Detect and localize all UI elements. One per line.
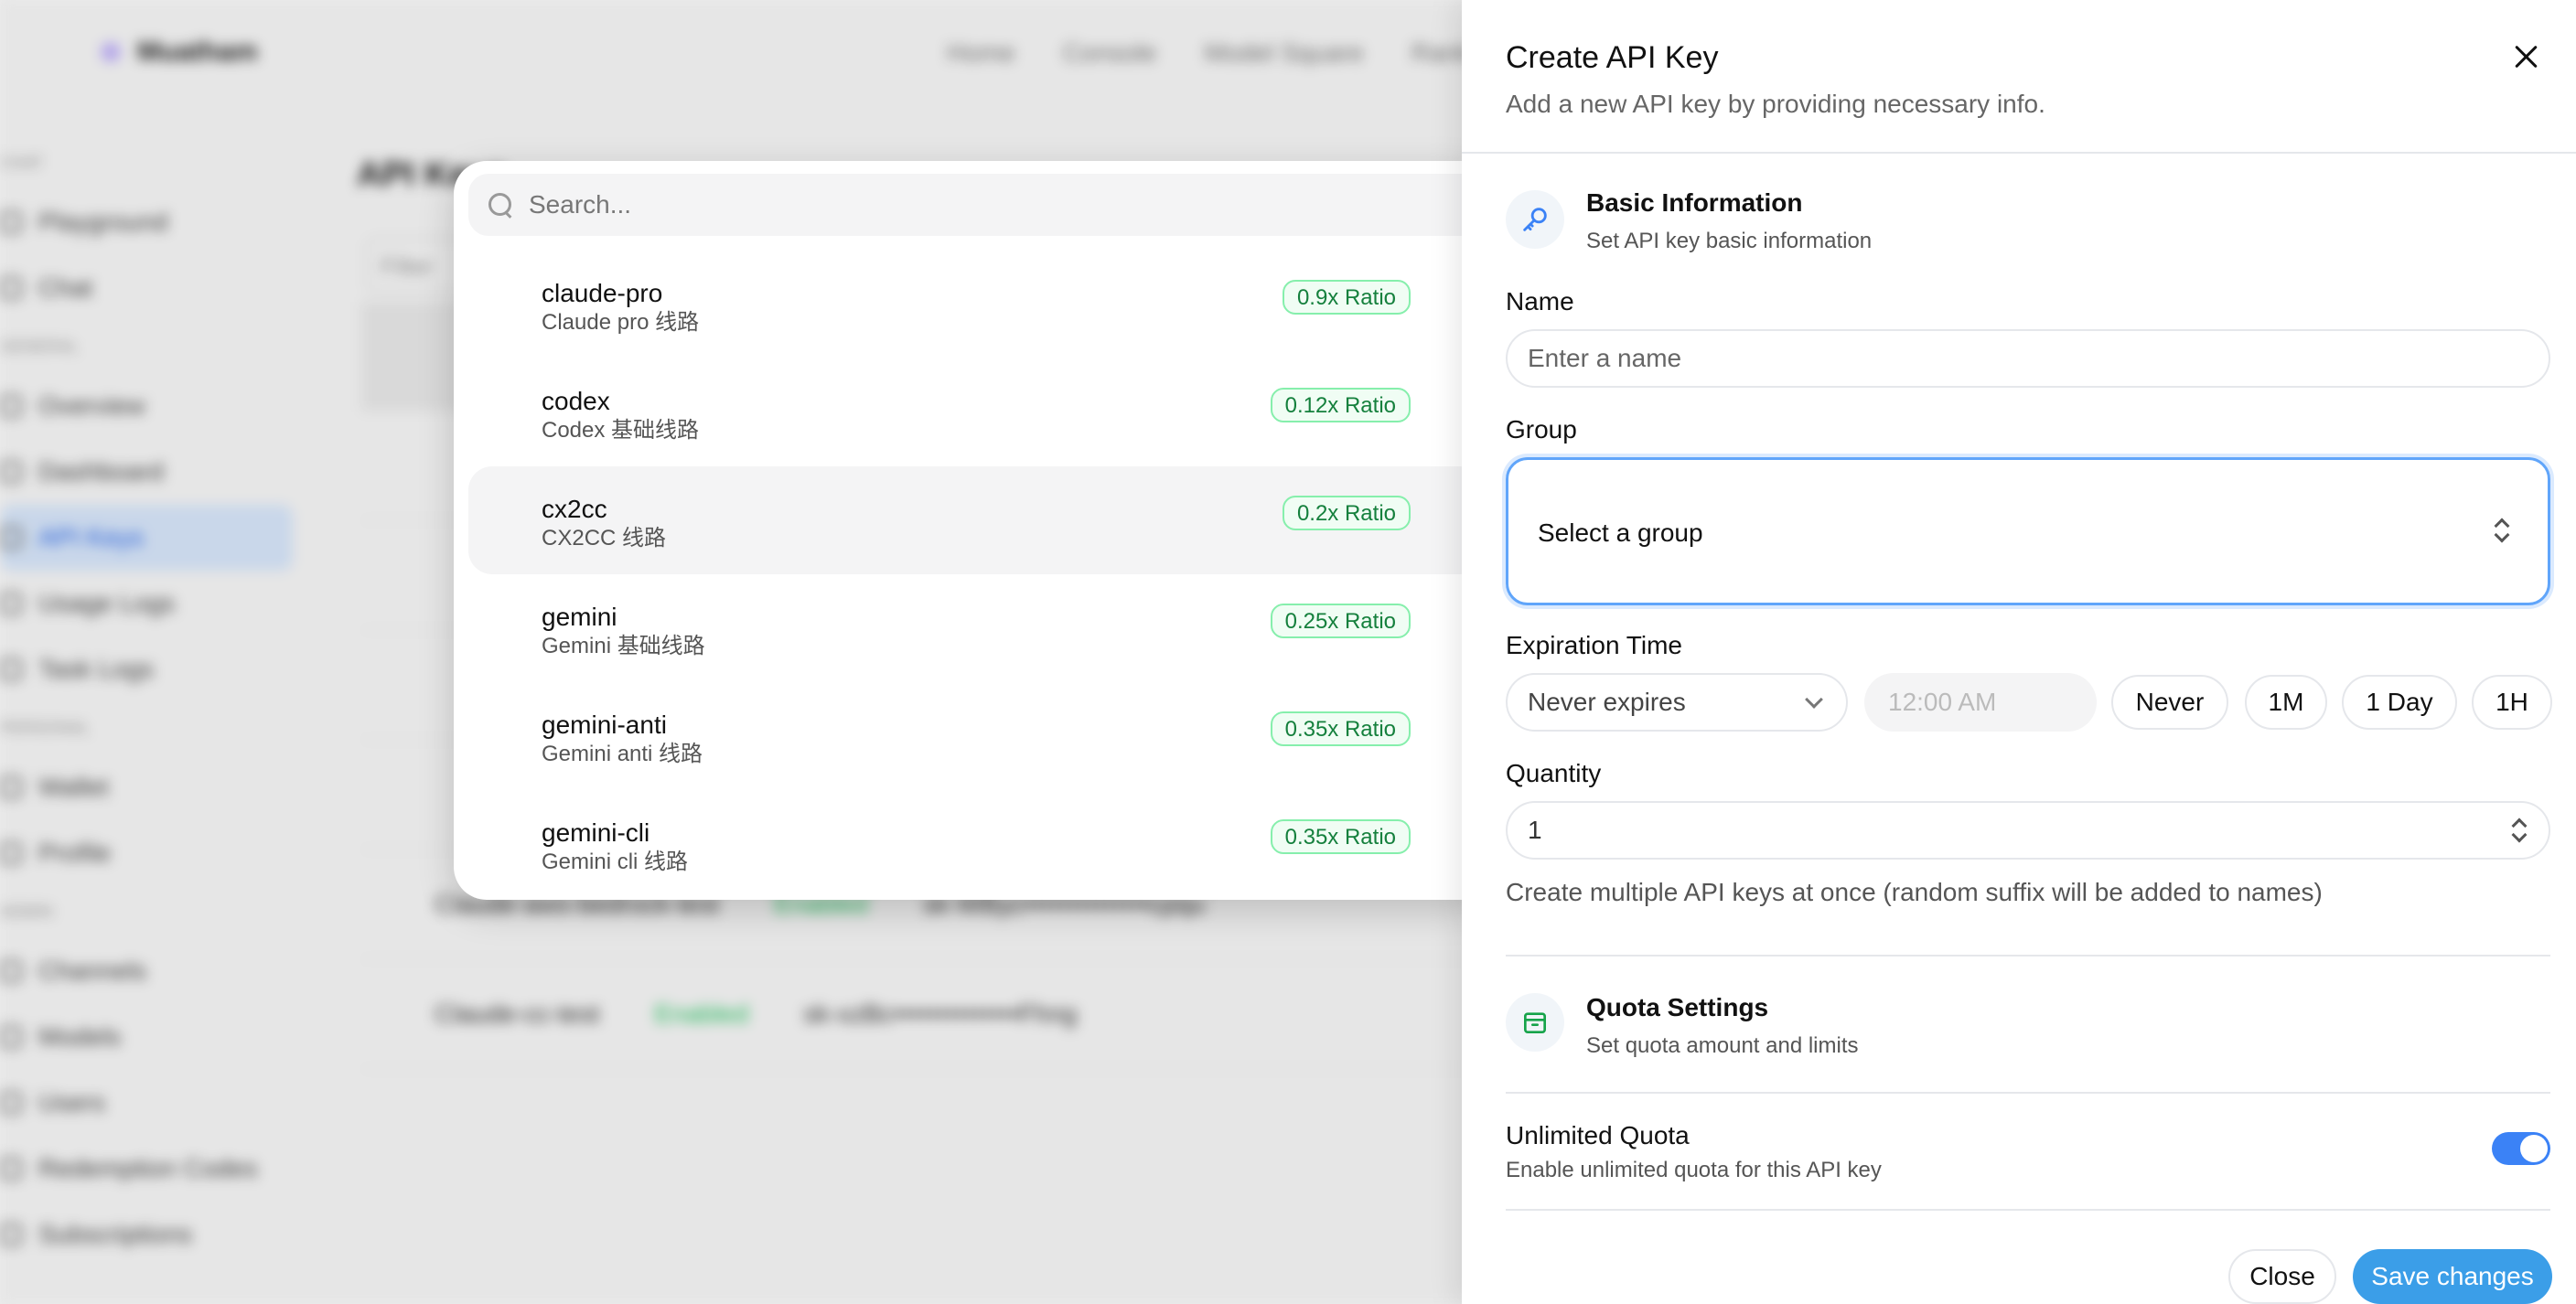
save-changes-button[interactable]: Save changes xyxy=(2353,1249,2552,1304)
expiration-value: Never expires xyxy=(1528,688,1686,716)
time-input[interactable]: 12:00 AM xyxy=(1864,673,2097,732)
ratio-badge: 0.35x Ratio xyxy=(1270,819,1411,854)
drawer-header: Create API Key Add a new API key by prov… xyxy=(1462,0,2576,154)
group-option-gemini[interactable]: gemini Gemini 基础线路 0.25x Ratio xyxy=(468,574,1484,682)
quantity-label: Quantity xyxy=(1506,759,1602,787)
quantity-help-text: Create multiple API keys at once (random… xyxy=(1506,878,2323,906)
group-select-value: Select a group xyxy=(1538,518,1703,547)
ratio-badge: 0.25x Ratio xyxy=(1270,604,1411,638)
ratio-badge: 0.9x Ratio xyxy=(1282,280,1411,315)
key-icon xyxy=(1506,190,1564,249)
name-input[interactable] xyxy=(1506,329,2550,388)
group-dropdown: claude-pro Claude pro 线路 0.9x Ratio code… xyxy=(454,161,1498,900)
basic-info-title: Basic Information xyxy=(1586,188,1803,217)
search-input[interactable] xyxy=(529,190,1352,219)
group-option-gemini-cli[interactable]: gemini-cli Gemini cli 线路 0.35x Ratio xyxy=(468,790,1484,898)
unlimited-quota-label: Unlimited Quota xyxy=(1506,1121,1690,1149)
chevron-up-down-icon xyxy=(2493,517,2511,544)
expiration-label: Expiration Time xyxy=(1506,631,1682,659)
section-divider xyxy=(1506,955,2550,957)
expiration-select[interactable]: Never expires xyxy=(1506,673,1848,732)
preset-1-day-button[interactable]: 1 Day xyxy=(2342,675,2457,730)
ratio-badge: 0.2x Ratio xyxy=(1282,496,1411,530)
chevron-down-icon xyxy=(1805,690,1823,709)
create-api-key-drawer: Create API Key Add a new API key by prov… xyxy=(1462,0,2576,1304)
name-label: Name xyxy=(1506,287,1574,315)
ratio-badge: 0.35x Ratio xyxy=(1270,711,1411,746)
group-label: Group xyxy=(1506,415,1577,444)
quota-settings-subtitle: Set quota amount and limits xyxy=(1586,1033,1859,1058)
group-option-cx2cc[interactable]: cx2cc CX2CC 线路 0.2x Ratio xyxy=(468,466,1484,574)
basic-info-subtitle: Set API key basic information xyxy=(1586,229,1873,253)
group-option-codex[interactable]: codex Codex 基础线路 0.12x Ratio xyxy=(468,358,1484,466)
group-option-claude-pro[interactable]: claude-pro Claude pro 线路 0.9x Ratio xyxy=(468,251,1484,358)
group-select[interactable]: Select a group xyxy=(1506,457,2550,605)
drawer-title: Create API Key xyxy=(1506,40,1719,75)
section-divider xyxy=(1506,1092,2550,1094)
group-options: claude-pro Claude pro 线路 0.9x Ratio code… xyxy=(468,251,1484,898)
stepper-arrows-icon[interactable] xyxy=(2510,817,2528,844)
wallet-icon xyxy=(1506,993,1564,1052)
section-divider xyxy=(1506,1209,2550,1211)
quota-settings-title: Quota Settings xyxy=(1586,993,1769,1021)
search-bar xyxy=(468,174,1484,236)
quantity-stepper[interactable] xyxy=(1506,801,2550,860)
ratio-badge: 0.12x Ratio xyxy=(1270,388,1411,422)
search-icon xyxy=(487,191,514,219)
preset-1m-button[interactable]: 1M xyxy=(2245,675,2327,730)
preset-never-button[interactable]: Never xyxy=(2111,675,2228,730)
group-option-gemini-anti[interactable]: gemini-anti Gemini anti 线路 0.35x Ratio xyxy=(468,682,1484,790)
toggle-knob xyxy=(2520,1135,2548,1162)
close-button[interactable]: Close xyxy=(2228,1249,2336,1304)
unlimited-quota-description: Enable unlimited quota for this API key xyxy=(1506,1158,1882,1182)
preset-1h-button[interactable]: 1H xyxy=(2472,675,2552,730)
drawer-subtitle: Add a new API key by providing necessary… xyxy=(1506,90,2045,118)
unlimited-quota-toggle[interactable] xyxy=(2492,1132,2550,1165)
close-icon[interactable] xyxy=(2510,40,2543,73)
